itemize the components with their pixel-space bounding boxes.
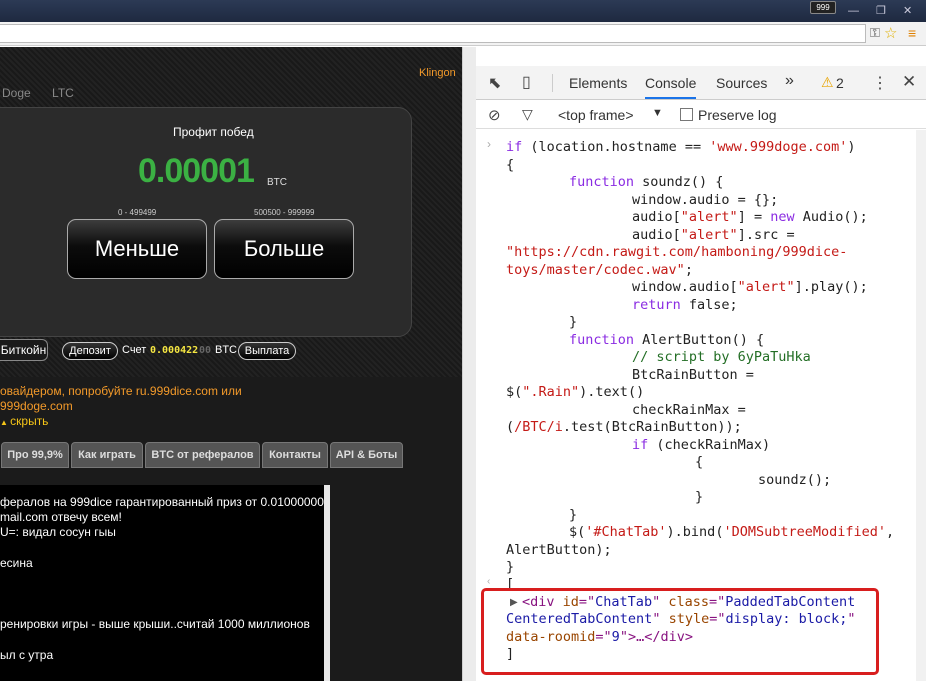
nav-tabs: Про 99,9% Как играть BTC от рефералов Ко…	[0, 442, 462, 470]
code-line: if (checkRainMax)	[632, 437, 771, 453]
code-line: if (location.hostname == 'www.999doge.co…	[506, 139, 856, 155]
device-mode-icon[interactable]: ▯	[522, 72, 531, 92]
preserve-log-checkbox[interactable]	[680, 108, 693, 121]
highlight-box	[481, 588, 879, 675]
tab-about[interactable]: Про 99,9%	[1, 442, 69, 468]
code-line: }	[569, 314, 578, 330]
code-line: soundz();	[758, 472, 832, 488]
code-line: AlertButton);	[506, 542, 612, 558]
coin-tabs: Doge LTC	[2, 86, 92, 100]
chat-message: ыл с утра	[0, 648, 54, 662]
code-line: function AlertButton() {	[569, 332, 765, 348]
chat-message: ренировки игры - выше крыши..считай 1000…	[0, 617, 310, 631]
hide-icon: ▲	[0, 418, 11, 427]
code-line: audio["alert"].src =	[632, 227, 795, 243]
user-link[interactable]: Klingon	[419, 67, 456, 79]
bet-higher-button[interactable]: Больше	[214, 219, 354, 279]
code-line: (/BTC/i.test(BtcRainButton));	[506, 419, 742, 435]
code-line: toys/master/codec.wav";	[506, 262, 693, 278]
balance-bar: Биткойн Депозит Счет 0.000422 00 BTC Вып…	[0, 337, 462, 367]
kebab-menu-icon[interactable]: ⋮	[872, 73, 888, 93]
balance-label: Счет	[122, 344, 147, 356]
key-icon[interactable]: ⚿	[870, 25, 880, 41]
tab-contacts[interactable]: Контакты	[262, 442, 328, 468]
frame-selector[interactable]: <top frame>	[558, 107, 634, 123]
range-high-label: 500500 - 999999	[254, 208, 315, 217]
code-line: }	[695, 489, 704, 505]
profit-value: 0.00001	[138, 152, 255, 190]
tab-referrals[interactable]: BTC от рефералов	[145, 442, 260, 468]
coin-tab-ltc[interactable]: LTC	[52, 86, 74, 100]
close-icon[interactable]: ✕	[902, 72, 916, 92]
coin-tab-doge[interactable]: Doge	[2, 86, 31, 100]
code-line: }	[506, 559, 515, 575]
tab-console[interactable]: Console	[645, 75, 697, 99]
code-line: checkRainMax =	[632, 402, 746, 418]
devtools-resize-strip[interactable]	[462, 47, 476, 681]
devtools-panel: ⬉ ▯ Elements Console Sources » ⚠ 2 ⋮ ✕ ⊘…	[476, 66, 926, 681]
input-prompt-icon: ›	[487, 137, 491, 151]
bet-lower-button[interactable]: Меньше	[67, 219, 207, 279]
console-toolbar: ⊘ ▽ <top frame> ▼ Preserve log	[476, 101, 926, 129]
console-scrollbar[interactable]	[916, 130, 926, 681]
deposit-button[interactable]: Депозит	[62, 342, 118, 360]
code-line: $('#ChatTab').bind('DOMSubtreeModified',	[569, 524, 895, 540]
code-line: }	[569, 507, 578, 523]
tab-elements[interactable]: Elements	[569, 75, 627, 91]
balance-dim-digits: 00	[199, 345, 212, 356]
address-bar: ⚿ ☆ ≡	[0, 22, 926, 46]
devtools-tabbar: ⬉ ▯ Elements Console Sources » ⚠ 2 ⋮ ✕	[476, 66, 926, 100]
notice: овайдером, попробуйте ru.999dice.com или…	[0, 384, 462, 430]
game-page: Klingon Doge LTC Профит побед 0.00001 BT…	[0, 47, 462, 681]
inspect-icon[interactable]: ⬉	[488, 73, 501, 93]
chat-panel: фералов на 999dice гарантированный приз …	[0, 485, 330, 681]
balance-unit: BTC	[215, 344, 237, 356]
chat-message: фералов на 999dice гарантированный приз …	[0, 495, 324, 509]
window-controls[interactable]: — ❐ ✕	[848, 4, 912, 17]
balance-value: 0.000422	[150, 345, 199, 356]
filter-icon[interactable]: ▽	[522, 106, 533, 123]
tab-api[interactable]: API & Боты	[330, 442, 403, 468]
bitcoin-button[interactable]: Биткойн	[0, 339, 48, 361]
tab-divider	[552, 74, 553, 92]
chat-message: U=: видал сосун гыы	[0, 525, 116, 539]
tab-sources[interactable]: Sources	[716, 75, 767, 91]
profit-label: Профит побед	[173, 125, 254, 139]
clear-console-icon[interactable]: ⊘	[488, 106, 501, 124]
code-line: {	[506, 157, 515, 173]
url-input[interactable]	[0, 24, 866, 43]
chevron-down-icon[interactable]: ▼	[652, 107, 663, 119]
bookmark-star-icon[interactable]: ☆	[884, 24, 897, 42]
code-line: "https://cdn.rawgit.com/hamboning/999dic…	[506, 244, 848, 260]
code-line: $(".Rain").text()	[506, 384, 645, 400]
code-line: {	[695, 454, 704, 470]
notice-line: овайдером, попробуйте ru.999dice.com или	[0, 384, 242, 398]
extension-icon[interactable]: 999	[810, 1, 836, 14]
range-low-label: 0 - 499499	[118, 208, 157, 217]
chat-message: mail.com отвечу всем!	[0, 510, 122, 524]
code-line: audio["alert"] = new Audio();	[632, 209, 868, 225]
chat-message: есина	[0, 556, 33, 570]
code-line: window.audio = {};	[632, 192, 779, 208]
code-line: function soundz() {	[569, 174, 724, 190]
code-line: BtcRainButton =	[632, 367, 754, 383]
tab-how-to-play[interactable]: Как играть	[71, 442, 143, 468]
code-comment: // script by 6yPaTuHka	[632, 349, 811, 365]
preserve-log-label: Preserve log	[698, 107, 777, 123]
code-line: return false;	[632, 297, 738, 313]
withdraw-button[interactable]: Выплата	[238, 342, 296, 360]
browser-titlebar: 999 — ❐ ✕	[0, 0, 926, 22]
menu-icon[interactable]: ≡	[908, 25, 916, 41]
notice-link[interactable]: 999doge.com	[0, 399, 462, 414]
code-line: window.audio["alert"].play();	[632, 279, 868, 295]
profit-unit: BTC	[267, 177, 287, 188]
more-tabs-button[interactable]: »	[785, 72, 794, 90]
console-output: › if (location.hostname == 'www.999doge.…	[476, 130, 916, 681]
result-arrow-icon: ‹	[487, 576, 491, 587]
hide-link[interactable]: скрыть	[10, 414, 48, 428]
warning-count[interactable]: 2	[836, 75, 844, 91]
warning-icon[interactable]: ⚠	[821, 74, 834, 91]
